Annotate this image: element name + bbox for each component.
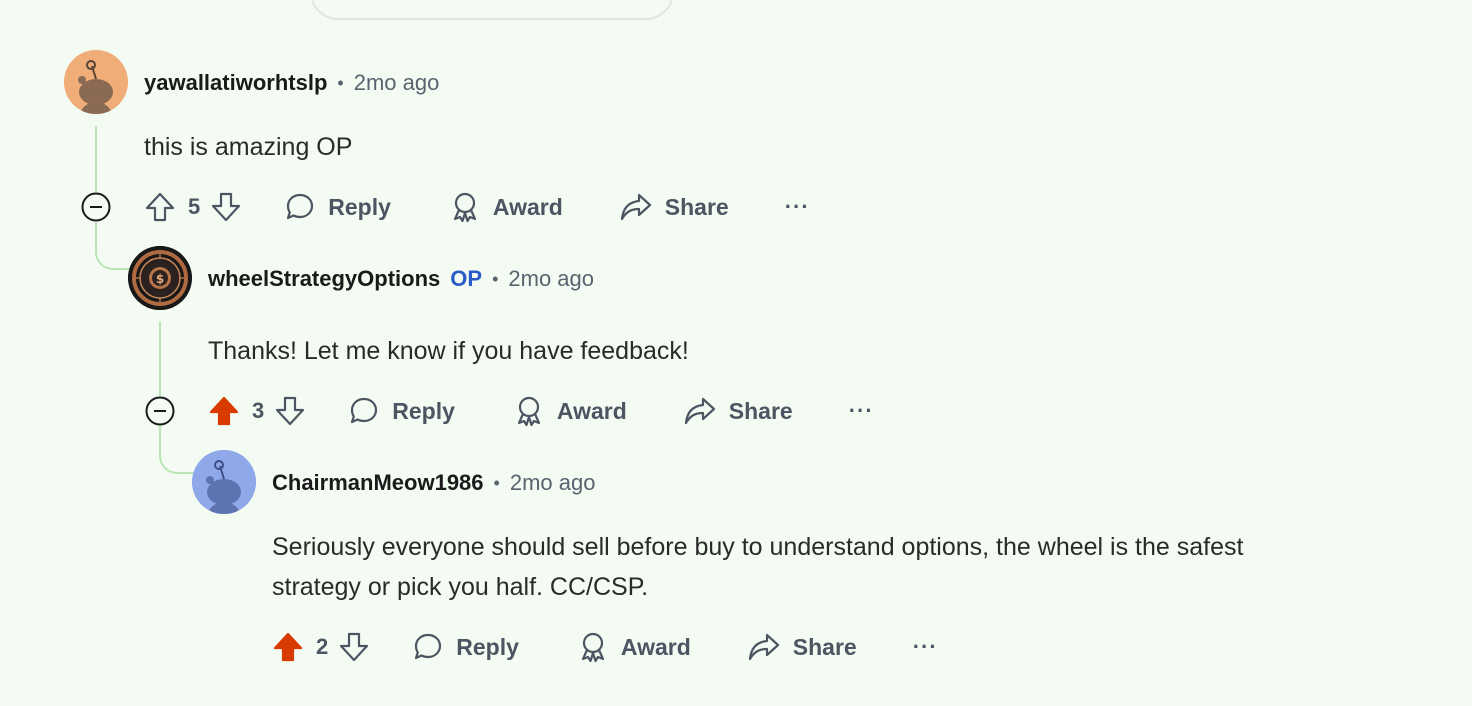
comment-header: ChairmanMeow1986 • 2mo ago: [272, 468, 595, 498]
comment-header: yawallatiworhtslp • 2mo ago: [144, 68, 439, 98]
snoo-avatar-icon: [64, 50, 128, 114]
reply-label: Reply: [328, 193, 391, 220]
comment-actions: 2 Reply Award Share ···: [272, 627, 938, 667]
comment-actions: 3 Reply Award Share ···: [208, 391, 874, 431]
thread-line-1: [95, 126, 97, 192]
upvote-button[interactable]: [208, 395, 240, 427]
downvote-button[interactable]: [338, 631, 370, 663]
award-button[interactable]: Award: [513, 395, 627, 427]
thread-connector-1: [95, 222, 133, 270]
username[interactable]: yawallatiworhtslp: [144, 70, 327, 96]
downvote-arrow-icon: [212, 192, 241, 222]
downvote-button[interactable]: [274, 395, 306, 427]
speech-bubble-icon: [351, 397, 378, 424]
upvote-button[interactable]: [144, 191, 176, 223]
vote-count: 3: [252, 398, 265, 423]
award-ribbon-icon: [517, 396, 540, 427]
share-button[interactable]: Share: [619, 191, 729, 223]
upvote-arrow-filled-icon: [273, 632, 303, 662]
wheel-logo-icon: $: [128, 246, 192, 310]
separator-dot: •: [337, 72, 344, 93]
reply-button[interactable]: Reply: [348, 395, 455, 427]
separator-dot: •: [493, 472, 500, 493]
collapse-thread-button[interactable]: [145, 396, 175, 426]
award-label: Award: [492, 193, 563, 220]
thread-connector-2: [159, 426, 197, 474]
upvote-button[interactable]: [272, 631, 304, 663]
award-label: Award: [556, 397, 627, 424]
username[interactable]: ChairmanMeow1986: [272, 470, 484, 496]
collapse-thread-button[interactable]: [81, 192, 111, 222]
comment-body-line-2: strategy or pick you half. CC/CSP.: [272, 573, 649, 601]
comment-actions: 5 Reply Award Share ···: [144, 187, 810, 227]
op-badge: OP: [450, 266, 483, 291]
downvote-arrow-icon: [340, 632, 369, 662]
speech-bubble-icon: [287, 193, 314, 220]
share-label: Share: [792, 633, 857, 660]
timestamp[interactable]: 2mo ago: [508, 266, 594, 292]
avatar[interactable]: [192, 450, 256, 514]
avatar[interactable]: [64, 50, 128, 114]
timestamp[interactable]: 2mo ago: [510, 470, 596, 496]
award-label: Award: [620, 633, 691, 660]
comment-body: this is amazing OP: [144, 133, 353, 161]
award-button[interactable]: Award: [449, 191, 563, 223]
reply-label: Reply: [456, 633, 519, 660]
more-options-button[interactable]: ···: [913, 634, 938, 660]
award-button[interactable]: Award: [577, 631, 691, 663]
svg-text:$: $: [156, 272, 164, 286]
speech-bubble-icon: [415, 633, 442, 660]
award-ribbon-icon: [581, 632, 604, 663]
share-arrow-icon: [620, 193, 651, 221]
more-options-button[interactable]: ···: [785, 194, 810, 220]
upvote-arrow-icon: [145, 192, 175, 222]
downvote-button[interactable]: [210, 191, 242, 223]
username[interactable]: wheelStrategyOptions: [208, 266, 440, 292]
reply-button[interactable]: Reply: [284, 191, 391, 223]
reply-label: Reply: [392, 397, 455, 424]
snoo-avatar-icon: [192, 450, 256, 514]
downvote-arrow-icon: [276, 396, 305, 426]
share-label: Share: [728, 397, 793, 424]
minus-circle-icon: [81, 192, 111, 222]
comment-body-line-1: Seriously everyone should sell before bu…: [272, 533, 1244, 561]
share-button[interactable]: Share: [747, 631, 857, 663]
composer-box-partial: [310, 0, 674, 20]
share-label: Share: [664, 193, 729, 220]
upvote-arrow-filled-icon: [209, 396, 239, 426]
comment-body: Thanks! Let me know if you have feedback…: [208, 337, 689, 365]
thread-line-2: [159, 322, 161, 396]
comment-header: wheelStrategyOptions OP • 2mo ago: [208, 264, 594, 294]
timestamp[interactable]: 2mo ago: [354, 70, 440, 96]
separator-dot: •: [492, 268, 499, 289]
vote-count: 5: [188, 194, 201, 219]
award-ribbon-icon: [453, 192, 476, 223]
share-arrow-icon: [684, 397, 715, 425]
share-button[interactable]: Share: [683, 395, 793, 427]
vote-count: 2: [316, 634, 329, 659]
more-options-button[interactable]: ···: [849, 398, 874, 424]
reply-button[interactable]: Reply: [412, 631, 519, 663]
share-arrow-icon: [748, 633, 779, 661]
minus-circle-icon: [145, 396, 175, 426]
avatar[interactable]: $: [128, 246, 192, 310]
